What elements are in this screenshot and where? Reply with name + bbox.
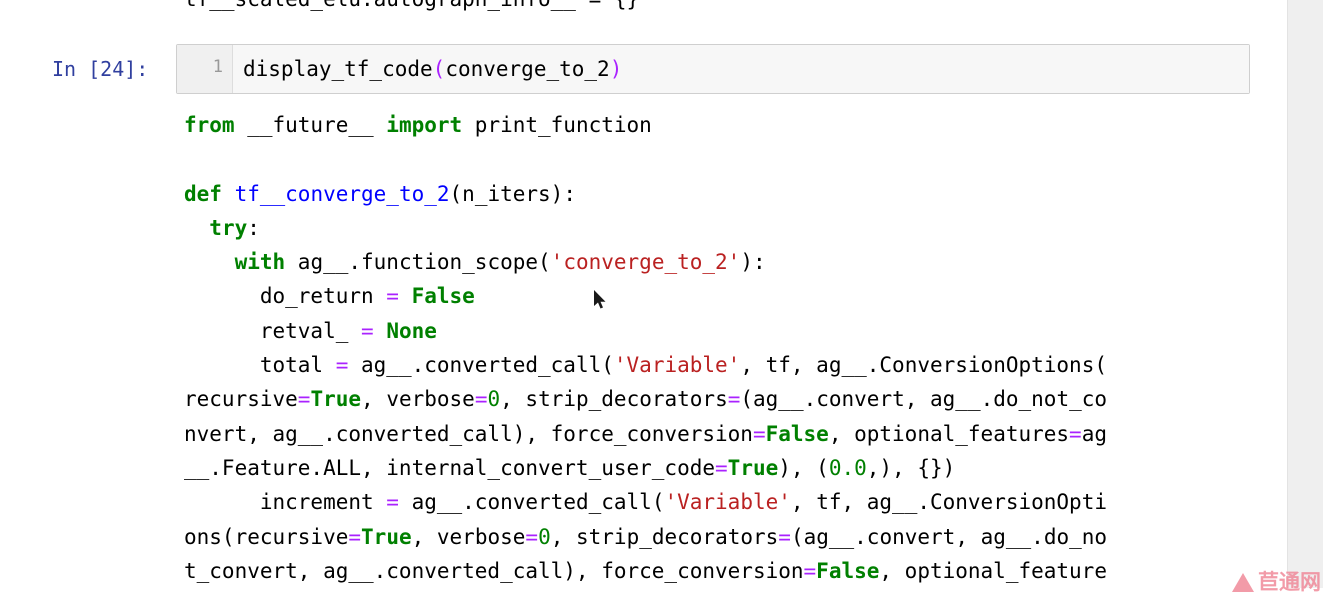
code-token: = [474,387,488,412]
code-token: converge_to_2 [445,57,610,81]
line-number: 1 [212,57,223,77]
code-token: __.Feature.ALL, internal_convert_user_co… [184,455,716,480]
code-token: ag__.function_scope( [285,250,551,275]
code-token: with [234,250,286,275]
notebook-page: tf__scaled_elu.autograph_info__ = {} In … [0,0,1288,588]
vertical-scrollbar[interactable] [1287,0,1323,588]
code-token: def [184,181,222,206]
code-output-line: with ag__.function_scope('converge_to_2'… [184,245,1244,279]
code-token: ag__.converted_call( [348,353,614,378]
code-token: do_return [184,284,387,309]
code-token: import [386,113,463,137]
code-token: 0 [538,524,551,549]
code-token: __future__ [234,113,387,137]
code-input-line[interactable]: display_tf_code(converge_to_2) [233,45,1249,93]
code-token: ) [609,57,623,81]
code-token: nvert, ag__.converted_call), force_conve… [184,421,753,446]
code-token: (ag__.convert, ag__.do_no [790,524,1108,549]
code-token: , verbose [411,524,526,549]
code-token: tf__converge_to_2 [234,181,450,206]
code-token: = [752,421,766,446]
code-token: 'Variable' [664,490,791,515]
code-token: = [348,524,362,549]
code-token: True [361,524,412,549]
code-token: print_function [462,113,652,137]
code-token: = [335,353,349,378]
code-output-line: t_convert, ag__.converted_call), force_c… [184,554,1244,588]
code-token: = [778,524,791,549]
code-token: ,), {}) [866,455,956,480]
code-token: = [386,284,399,309]
line-number-gutter: 1 [177,45,233,93]
code-token: , optional_feature [879,558,1107,583]
code-editor-area[interactable]: 1 display_tf_code(converge_to_2) [176,44,1250,94]
code-output-line: recursive=True, verbose=0, strip_decorat… [184,382,1244,416]
code-output-line: nvert, ag__.converted_call), force_conve… [184,417,1244,451]
watermark-triangle-icon [1232,573,1254,592]
code-token: ), ( [778,455,829,480]
code-token: = [1069,421,1082,446]
code-token: = [727,387,741,412]
code-token: = [297,387,311,412]
code-token: ons(recursive [184,524,349,549]
code-token: , tf, ag__.ConversionOpti [790,490,1107,515]
code-output-line: __.Feature.ALL, internal_convert_user_co… [184,451,1244,485]
code-output-line [184,142,1244,176]
code-output-line: def tf__converge_to_2(n_iters): [184,177,1244,211]
code-token: try [209,215,248,240]
code-token: (ag__.convert, ag__.do_not_co [740,387,1108,412]
cell-output-code-listing: from __future__ import print_function de… [184,108,1244,588]
watermark-text: 苣通网 [1258,570,1321,594]
code-token: = [803,558,817,583]
code-token: False [411,284,475,309]
code-token: 'converge_to_2' [550,250,741,275]
clipped-previous-output-line: tf__scaled_elu.autograph_info__ = {} [184,0,639,16]
code-token: ag [1081,421,1107,446]
code-output-line: total = ag__.converted_call('Variable', … [184,348,1244,382]
code-token: True [727,455,779,480]
code-token: : [247,215,260,240]
code-token: recursive [184,387,298,412]
code-token: total [184,353,336,378]
code-token: , strip_decorators [500,387,728,412]
code-token: increment [184,490,387,515]
code-token: 0 [487,387,501,412]
code-token: display_tf_code [243,57,433,81]
code-token: = [715,455,728,480]
code-token: from [184,113,235,137]
code-token: = [386,490,399,515]
code-token: False [816,558,880,583]
code-token: (n_iters): [449,181,576,206]
code-token: , verbose [361,387,475,412]
code-token: ag__.converted_call( [398,490,665,515]
code-token: retval_ [184,318,362,343]
code-token: None [386,318,437,343]
code-token: , optional_features [828,421,1070,446]
code-token: ( [432,57,446,81]
code-output-line: retval_ = None [184,314,1244,348]
code-token: 0.0 [828,455,867,480]
code-output-line: do_return = False [184,279,1244,313]
code-token: = [525,524,539,549]
code-token: = [361,318,374,343]
watermark: 苣通网 [1232,570,1321,594]
code-token: , strip_decorators [550,524,779,549]
code-output-line: try: [184,211,1244,245]
code-token: , tf, ag__.ConversionOptions( [740,353,1107,378]
cell-execution-prompt: In [24]: [52,57,149,81]
code-token: ): [740,250,766,275]
code-output-line: ons(recursive=True, verbose=0, strip_dec… [184,520,1244,554]
code-token: t_convert, ag__.converted_call), force_c… [184,558,804,583]
code-token: False [765,421,829,446]
code-token: 'Variable' [613,353,741,378]
code-output-line: from __future__ import print_function [184,108,1244,142]
input-cell[interactable]: In [24]: 1 display_tf_code(converge_to_2… [0,44,1288,96]
code-token: True [310,387,362,412]
code-output-line: increment = ag__.converted_call('Variabl… [184,485,1244,519]
